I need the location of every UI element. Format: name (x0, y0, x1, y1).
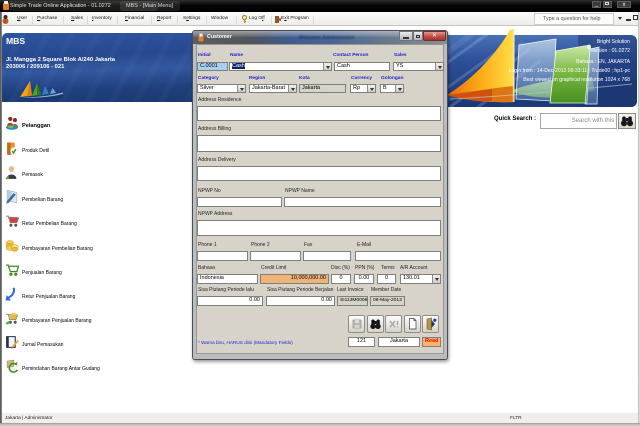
svg-text:Login from : 14-Dec-2013 09:33: Login from : 14-Dec-2013 09:33:11 ; Trad… (509, 68, 631, 74)
svg-text:Best viewed on graphical resol: Best viewed on graphical resolution 1024… (523, 77, 630, 83)
svg-text:Bright Solution: Bright Solution (597, 39, 630, 45)
svg-text:Version : 01.0272: Version : 01.0272 (590, 48, 630, 54)
svg-text:Bahasa : EN, JAKARTA: Bahasa : EN, JAKARTA (576, 59, 630, 65)
